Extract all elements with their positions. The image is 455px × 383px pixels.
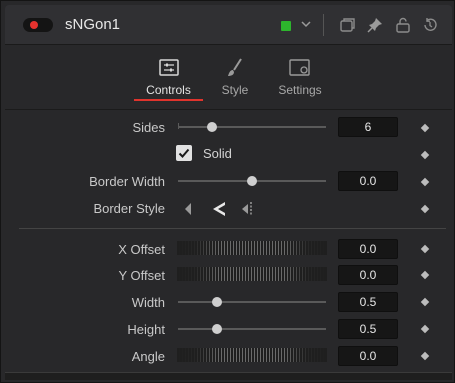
node-header[interactable]: sNGon1 bbox=[5, 5, 452, 45]
toggle-indicator-icon bbox=[30, 21, 38, 29]
border-inside-icon[interactable] bbox=[182, 201, 200, 217]
checkmark-icon bbox=[178, 148, 190, 158]
settings-panel-icon bbox=[289, 59, 310, 76]
x-offset-label: X Offset bbox=[118, 242, 165, 257]
border-width-keyframe-icon[interactable] bbox=[420, 177, 430, 187]
tab-style-label: Style bbox=[221, 83, 249, 97]
x-offset-keyframe-icon[interactable] bbox=[420, 244, 430, 254]
y-offset-thumbwheel[interactable] bbox=[177, 267, 327, 281]
height-value-field[interactable]: 0.5 bbox=[338, 319, 398, 339]
height-keyframe-icon[interactable] bbox=[420, 324, 430, 334]
tab-controls[interactable]: Controls bbox=[134, 57, 203, 101]
height-slider-handle[interactable] bbox=[212, 324, 222, 334]
y-offset-value-field[interactable]: 0.0 bbox=[338, 265, 398, 285]
width-label: Width bbox=[131, 295, 165, 310]
sides-slider-min-tick bbox=[178, 123, 179, 129]
width-slider-track[interactable] bbox=[178, 301, 326, 303]
tab-style[interactable]: Style bbox=[213, 57, 257, 101]
node-title: sNGon1 bbox=[65, 16, 121, 33]
angle-label: Angle bbox=[131, 349, 165, 364]
border-outside-icon[interactable] bbox=[239, 201, 257, 217]
angle-thumbwheel[interactable] bbox=[177, 348, 327, 362]
brush-icon bbox=[228, 58, 242, 76]
x-offset-thumbwheel[interactable] bbox=[177, 241, 327, 255]
width-keyframe-icon[interactable] bbox=[420, 297, 430, 307]
sides-value-field[interactable]: 6 bbox=[338, 117, 398, 137]
border-style-label: Border Style bbox=[93, 201, 165, 216]
border-width-label: Border Width bbox=[89, 174, 165, 189]
node-color-swatch[interactable] bbox=[281, 21, 291, 31]
inspector-panel: sNGon1 Controls Style Settings Sides 6 S… bbox=[0, 0, 455, 383]
sides-keyframe-icon[interactable] bbox=[420, 123, 430, 133]
sides-slider-track[interactable] bbox=[178, 126, 326, 128]
header-separator bbox=[323, 14, 324, 36]
solid-label: Solid bbox=[203, 146, 232, 161]
tab-settings[interactable]: Settings bbox=[271, 57, 329, 101]
border-center-icon[interactable] bbox=[211, 201, 229, 217]
y-offset-label: Y Offset bbox=[118, 268, 166, 283]
pin-icon[interactable] bbox=[366, 16, 384, 34]
panel-bottom-bar bbox=[5, 372, 452, 380]
solid-checkbox[interactable] bbox=[176, 145, 192, 161]
sides-label: Sides bbox=[132, 120, 165, 135]
angle-value-field[interactable]: 0.0 bbox=[338, 346, 398, 366]
border-style-keyframe-icon[interactable] bbox=[420, 204, 430, 214]
solid-keyframe-icon[interactable] bbox=[420, 150, 430, 160]
height-slider-track[interactable] bbox=[178, 328, 326, 330]
color-chevron-icon[interactable] bbox=[299, 17, 313, 31]
section-divider bbox=[19, 228, 446, 229]
y-offset-keyframe-icon[interactable] bbox=[420, 270, 430, 280]
angle-keyframe-icon[interactable] bbox=[420, 351, 430, 361]
active-tab-indicator bbox=[134, 99, 203, 101]
lock-icon[interactable] bbox=[394, 16, 412, 34]
width-slider-handle[interactable] bbox=[212, 297, 222, 307]
reset-icon[interactable] bbox=[421, 16, 439, 34]
border-width-value-field[interactable]: 0.0 bbox=[338, 171, 398, 191]
node-enable-toggle[interactable] bbox=[23, 18, 53, 32]
controls-sliders-icon bbox=[158, 59, 179, 76]
border-width-slider-handle[interactable] bbox=[247, 176, 257, 186]
sides-slider-handle[interactable] bbox=[207, 122, 217, 132]
x-offset-value-field[interactable]: 0.0 bbox=[338, 239, 398, 259]
tab-controls-label: Controls bbox=[146, 83, 191, 97]
copy-icon[interactable] bbox=[338, 16, 356, 34]
width-value-field[interactable]: 0.5 bbox=[338, 292, 398, 312]
height-label: Height bbox=[127, 322, 165, 337]
tab-settings-label: Settings bbox=[278, 83, 322, 97]
tab-divider bbox=[5, 109, 452, 110]
